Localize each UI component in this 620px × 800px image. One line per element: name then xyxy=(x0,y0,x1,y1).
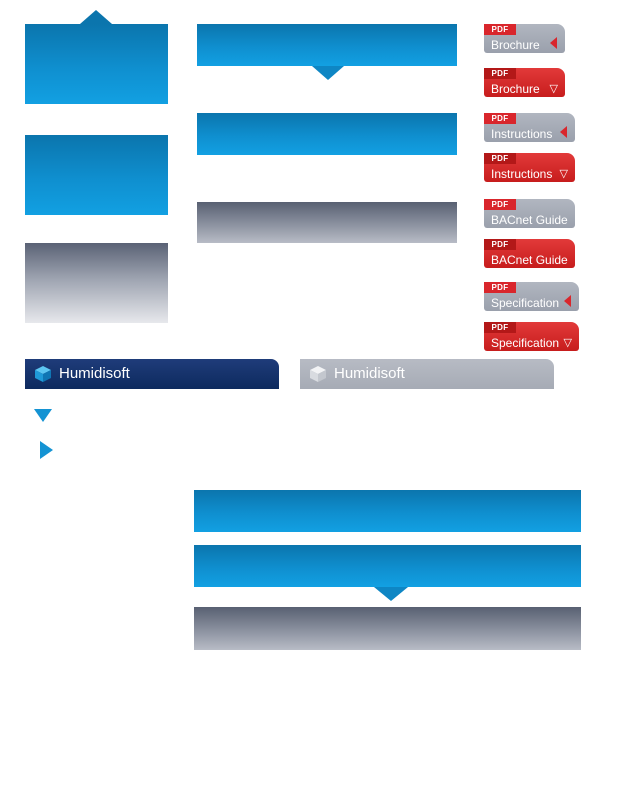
pdf-badge: PDF xyxy=(484,68,516,79)
pdf-instructions-button-hover[interactable]: PDF Instructions ▽ xyxy=(484,153,575,182)
pdf-badge: PDF xyxy=(484,113,516,124)
triangle-down-icon[interactable] xyxy=(34,409,52,422)
pdf-button-label: BACnet Guide xyxy=(491,253,568,267)
pdf-button-label: Instructions xyxy=(491,167,553,181)
pdf-button-label: Specification xyxy=(491,296,560,310)
pdf-instructions-button[interactable]: PDF Instructions xyxy=(484,113,575,142)
arrow-left-icon xyxy=(560,126,567,138)
gray-tile[interactable] xyxy=(25,243,168,323)
pdf-button-label: BACnet Guide xyxy=(491,213,568,227)
arrow-down-icon: ▽ xyxy=(559,168,568,180)
pdf-button-label: Instructions xyxy=(491,127,553,141)
triangle-right-icon[interactable] xyxy=(40,441,53,459)
pdf-bacnet-guide-button[interactable]: PDF BACnet Guide xyxy=(484,199,575,228)
humidisoft-tab-inactive[interactable]: Humidisoft xyxy=(300,359,554,389)
pdf-brochure-button-hover[interactable]: PDF Brochure ▽ xyxy=(484,68,565,97)
pdf-badge: PDF xyxy=(484,282,516,293)
pdf-badge: PDF xyxy=(484,24,516,35)
pdf-button-label: Brochure xyxy=(491,82,540,96)
cube-icon xyxy=(35,366,51,382)
pdf-specification-button-hover[interactable]: PDF Specification ▽ xyxy=(484,322,579,351)
pdf-button-label: Specification xyxy=(491,336,560,350)
blue-tile-active[interactable] xyxy=(25,24,168,104)
tab-label: Humidisoft xyxy=(59,365,130,382)
pdf-brochure-button[interactable]: PDF Brochure xyxy=(484,24,565,53)
wide-gray-bar[interactable] xyxy=(194,607,581,650)
humidisoft-tab-active[interactable]: Humidisoft xyxy=(25,359,279,389)
pdf-button-label: Brochure xyxy=(491,38,540,52)
blue-bar[interactable] xyxy=(197,113,457,155)
pdf-badge: PDF xyxy=(484,199,516,210)
arrow-left-icon xyxy=(550,37,557,49)
bar-pointer-down-icon xyxy=(374,587,408,601)
arrow-left-icon xyxy=(564,295,571,307)
arrow-down-icon: ▽ xyxy=(563,337,572,349)
blue-bar-active[interactable] xyxy=(197,24,457,66)
pdf-specification-button[interactable]: PDF Specification xyxy=(484,282,579,311)
wide-blue-bar[interactable] xyxy=(194,490,581,532)
tab-label: Humidisoft xyxy=(334,365,405,382)
pdf-badge: PDF xyxy=(484,239,516,250)
cube-icon xyxy=(310,366,326,382)
gray-bar[interactable] xyxy=(197,202,457,243)
blue-tile[interactable] xyxy=(25,135,168,215)
arrow-down-icon: ▽ xyxy=(549,83,558,95)
pdf-bacnet-guide-button-hover[interactable]: PDF BACnet Guide xyxy=(484,239,575,268)
tile-pointer-up-icon xyxy=(80,10,112,24)
pdf-badge: PDF xyxy=(484,322,516,333)
pdf-badge: PDF xyxy=(484,153,516,164)
bar-pointer-down-icon xyxy=(312,66,344,80)
wide-blue-bar-active[interactable] xyxy=(194,545,581,587)
